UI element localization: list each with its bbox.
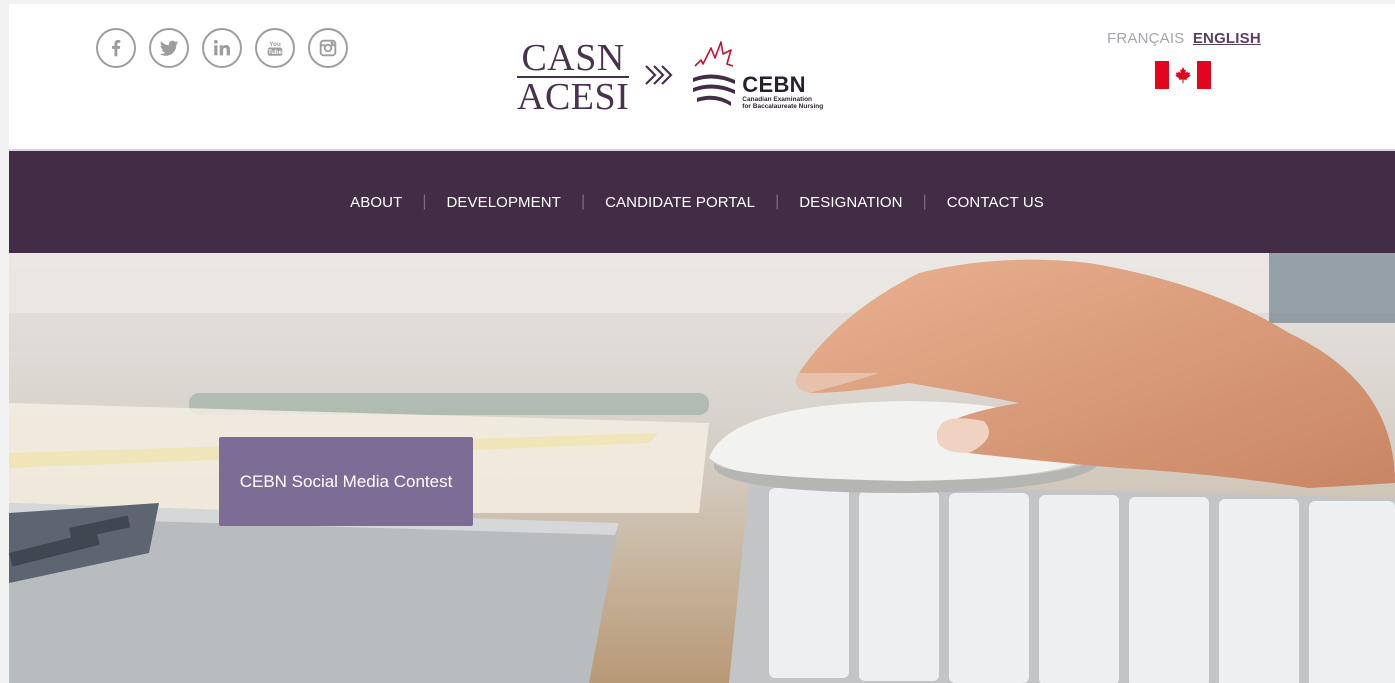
nav-separator: |: [422, 193, 427, 210]
double-chevron-icon: [643, 60, 677, 95]
language-switcher: FRANÇAIS ENGLISH: [1107, 30, 1261, 47]
facebook-icon[interactable]: [96, 28, 136, 68]
canada-flag-icon[interactable]: [1155, 61, 1211, 89]
cebn-subtitle-line1: Canadian Examination: [742, 96, 813, 103]
twitter-icon[interactable]: [149, 28, 189, 68]
instagram-icon[interactable]: [308, 28, 348, 68]
page: You Tube CASN ACESI CEBN Canadian Examin…: [9, 4, 1395, 683]
nav-separator: |: [580, 193, 586, 210]
svg-text:You: You: [269, 41, 281, 48]
site-logo[interactable]: CASN ACESI CEBN Canadian Examination for…: [517, 36, 823, 118]
nav-item-about[interactable]: ABOUT: [350, 194, 402, 211]
cebn-logo: CEBN Canadian Examination for Baccalaure…: [691, 40, 823, 114]
youtube-icon[interactable]: You Tube: [255, 28, 295, 68]
logo-casn: CASN: [521, 36, 625, 79]
nav-item-designation[interactable]: DESIGNATION: [799, 194, 902, 211]
nav-item-development[interactable]: DEVELOPMENT: [446, 194, 560, 211]
hero-image: [9, 253, 1395, 683]
main-navigation: ABOUT | DEVELOPMENT | CANDIDATE PORTAL |…: [9, 151, 1395, 253]
logo-acesi: ACESI: [517, 75, 630, 118]
language-english-link[interactable]: ENGLISH: [1193, 30, 1261, 47]
nav-separator: |: [775, 193, 780, 210]
nav-item-contact-us[interactable]: CONTACT US: [947, 194, 1044, 211]
maple-leaf-icon: [693, 41, 736, 106]
linkedin-icon[interactable]: [202, 28, 242, 68]
social-media-contest-button[interactable]: CEBN Social Media Contest: [219, 437, 473, 526]
nav-separator: |: [922, 193, 927, 210]
hero-banner: CEBN Social Media Contest: [9, 253, 1395, 683]
cebn-title: CEBN: [742, 72, 806, 97]
nav-item-candidate-portal[interactable]: CANDIDATE PORTAL: [605, 194, 755, 211]
cebn-subtitle-line2: for Baccalaureate Nursing: [742, 103, 824, 110]
language-french-link[interactable]: FRANÇAIS: [1107, 30, 1184, 47]
cebn-wordmark: CEBN Canadian Examination for Baccalaure…: [742, 72, 824, 111]
site-header: You Tube CASN ACESI CEBN Canadian Examin…: [9, 4, 1395, 151]
svg-text:Tube: Tube: [268, 50, 282, 56]
social-links: You Tube: [96, 28, 348, 68]
casn-acesi-logo: CASN ACESI: [517, 36, 630, 118]
